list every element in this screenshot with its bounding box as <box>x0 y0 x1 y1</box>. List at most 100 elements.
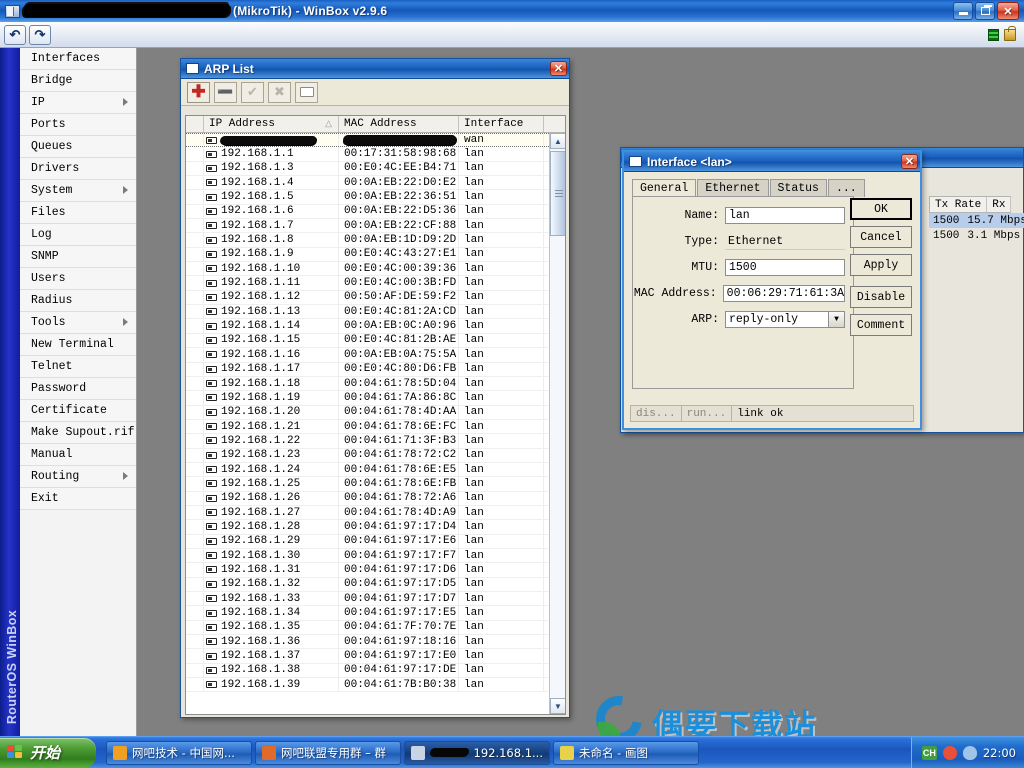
menu-item-new-terminal[interactable]: New Terminal <box>20 334 136 356</box>
mac-address-input[interactable]: 00:06:29:71:61:3A <box>722 285 845 302</box>
table-row[interactable]: 192.168.1.25 00:04:61:78:6E:FB lan <box>186 477 565 492</box>
menu-item-drivers[interactable]: Drivers <box>20 158 136 180</box>
table-row[interactable]: 192.168.1.18 00:04:61:78:5D:04 lan <box>186 376 565 392</box>
table-row[interactable]: 192.168.1.30 00:04:61:97:17:F7 lan <box>186 548 565 564</box>
menu-item-exit[interactable]: Exit <box>20 488 136 510</box>
language-indicator[interactable]: CH <box>921 745 937 760</box>
interface-dialog[interactable]: Interface <lan> ✕ General Ethernet Status.… <box>622 150 922 430</box>
table-row[interactable]: 192.168.1.14 00:0A:EB:0C:A0:96 lan <box>186 319 565 334</box>
menu-item-snmp[interactable]: SNMP <box>20 246 136 268</box>
table-row[interactable]: 192.168.1.27 00:04:61:78:4D:A9 lan <box>186 505 565 521</box>
mtu-input[interactable]: 1500 <box>725 259 845 276</box>
taskbar-item[interactable]: 网吧联盟专用群 – 群 <box>255 740 401 765</box>
menu-item-routing[interactable]: Routing <box>20 466 136 488</box>
table-row[interactable]: 192.168.1.33 00:04:61:97:17:D7 lan <box>186 592 565 607</box>
menu-item-radius[interactable]: Radius <box>20 290 136 312</box>
close-button[interactable]: ✕ <box>997 2 1019 20</box>
scroll-up-button[interactable]: ▲ <box>550 133 565 149</box>
arp-header-mac-address[interactable]: MAC Address <box>339 116 459 132</box>
comment-button[interactable]: Comment <box>850 314 912 336</box>
arp-header-interface[interactable]: Interface <box>459 116 544 132</box>
table-row[interactable]: 192.168.1.9 00:E0:4C:43:27:E1 lan <box>186 247 565 263</box>
table-row[interactable]: 192.168.1.3 00:E0:4C:EE:B4:71 lan <box>186 161 565 177</box>
taskbar-item[interactable]: 网吧技术 - 中国网... <box>106 740 252 765</box>
table-row[interactable]: 192.168.1.13 00:E0:4C:81:2A:CD lan <box>186 305 565 320</box>
arp-header-ip-address[interactable]: IP Address △ <box>204 116 339 132</box>
tab-ethernet[interactable]: Ethernet <box>697 179 769 197</box>
table-row[interactable]: 192.168.1.22 00:04:61:71:3F:B3 lan <box>186 434 565 449</box>
table-row[interactable]: 192.168.1.5 00:0A:EB:22:36:51 lan <box>186 190 565 205</box>
table-row[interactable]: 192.168.1.38 00:04:61:97:17:DE lan <box>186 663 565 679</box>
menu-item-telnet[interactable]: Telnet <box>20 356 136 378</box>
arp-vertical-scrollbar[interactable]: ▲ ▼ <box>549 133 565 714</box>
add-button[interactable]: ✚ <box>187 81 210 103</box>
table-row[interactable]: 192.168.1.37 00:04:61:97:17:E0 lan <box>186 649 565 664</box>
menu-item-files[interactable]: Files <box>20 202 136 224</box>
table-row[interactable]: 192.168.1.1 00:17:31:58:98:68 lan <box>186 147 565 162</box>
table-row[interactable]: 192.168.1.20 00:04:61:78:4D:AA lan <box>186 405 565 420</box>
arp-close-button[interactable]: ✕ <box>550 61 567 76</box>
table-row[interactable]: 192.168.1.36 00:04:61:97:18:16 lan <box>186 635 565 650</box>
menu-item-ports[interactable]: Ports <box>20 114 136 136</box>
tab-status[interactable]: Status <box>769 179 827 197</box>
menu-item-users[interactable]: Users <box>20 268 136 290</box>
qq-icon[interactable] <box>942 745 957 760</box>
scrollbar-thumb[interactable] <box>550 151 565 236</box>
table-row[interactable]: 192.168.1.12 00:50:AF:DE:59:F2 lan <box>186 290 565 306</box>
menu-item-manual[interactable]: Manual <box>20 444 136 466</box>
interface-list-row[interactable]: 15003.1 Mbps16 <box>929 228 1024 243</box>
table-row[interactable]: 192.168.1.15 00:E0:4C:81:2B:AE lan <box>186 333 565 349</box>
table-row[interactable]: 192.168.1.10 00:E0:4C:00:39:36 lan <box>186 262 565 277</box>
menu-item-interfaces[interactable]: Interfaces <box>20 48 136 70</box>
table-row[interactable]: 192.168.1.34 00:04:61:97:17:E5 lan <box>186 606 565 621</box>
table-row[interactable]: 192.168.1.29 00:04:61:97:17:E6 lan <box>186 534 565 549</box>
scroll-down-button[interactable]: ▼ <box>550 698 565 714</box>
menu-item-password[interactable]: Password <box>20 378 136 400</box>
menu-item-make-supout-rif[interactable]: Make Supout.rif <box>20 422 136 444</box>
shield-icon[interactable] <box>962 745 977 760</box>
table-row[interactable]: 192.168.1.31 00:04:61:97:17:D6 lan <box>186 563 565 578</box>
table-row[interactable]: 192.168.1.19 00:04:61:7A:86:8C lan <box>186 391 565 406</box>
table-row[interactable]: 192.168.1.32 00:04:61:97:17:D5 lan <box>186 577 565 592</box>
ok-button[interactable]: OK <box>850 198 912 220</box>
table-row[interactable]: 192.168.1.17 00:E0:4C:80:D6:FB lan <box>186 362 565 377</box>
taskbar-item[interactable]: 192.168.1... <box>404 740 550 765</box>
table-row[interactable]: 192.168.1.35 00:04:61:7F:70:7E lan <box>186 620 565 636</box>
clock[interactable]: 22:00 <box>983 746 1016 760</box>
table-row[interactable]: wan <box>186 133 565 148</box>
table-row[interactable]: 192.168.1.6 00:0A:EB:22:D5:36 lan <box>186 204 565 220</box>
table-row[interactable]: 192.168.1.8 00:0A:EB:1D:D9:2D lan <box>186 233 565 248</box>
table-row[interactable]: 192.168.1.39 00:04:61:7B:B0:38 lan <box>186 678 565 693</box>
menu-item-system[interactable]: System <box>20 180 136 202</box>
table-row[interactable]: 192.168.1.28 00:04:61:97:17:D4 lan <box>186 520 565 535</box>
back-button[interactable]: ↶ <box>4 24 26 45</box>
menu-item-bridge[interactable]: Bridge <box>20 70 136 92</box>
table-row[interactable]: 192.168.1.21 00:04:61:78:6E:FC lan <box>186 419 565 435</box>
table-row[interactable]: 192.168.1.26 00:04:61:78:72:A6 lan <box>186 491 565 506</box>
table-row[interactable]: 192.168.1.23 00:04:61:78:72:C2 lan <box>186 448 565 463</box>
menu-item-certificate[interactable]: Certificate <box>20 400 136 422</box>
disable-button[interactable]: Disable <box>850 286 912 308</box>
table-row[interactable]: 192.168.1.4 00:0A:EB:22:D0:E2 lan <box>186 176 565 191</box>
start-button[interactable]: 开始 <box>0 737 96 768</box>
table-row[interactable]: 192.168.1.24 00:04:61:78:6E:E5 lan <box>186 462 565 478</box>
tab-[interactable]: ... <box>827 179 865 197</box>
table-row[interactable]: 192.168.1.16 00:0A:EB:0A:75:5A lan <box>186 348 565 363</box>
apply-button[interactable]: Apply <box>850 254 912 276</box>
menu-item-tools[interactable]: Tools <box>20 312 136 334</box>
restore-button[interactable] <box>975 2 995 20</box>
taskbar-item[interactable]: 未命名 - 画图 <box>553 740 699 765</box>
forward-button[interactable]: ↷ <box>29 24 51 45</box>
interface-dialog-close-button[interactable]: ✕ <box>901 154 918 169</box>
cancel-button[interactable]: Cancel <box>850 226 912 248</box>
arp-list-window[interactable]: ARP List ✕ ✚ ➖ ✔ ✖ IP Address △ MAC Address… <box>180 58 570 718</box>
arp-select[interactable]: reply-only ▼ <box>725 311 845 328</box>
chevron-down-icon[interactable]: ▼ <box>828 312 844 327</box>
interface-list-column-header[interactable]: Tx Rate <box>930 197 988 212</box>
table-row[interactable]: 192.168.1.7 00:0A:EB:22:CF:88 lan <box>186 219 565 234</box>
table-row[interactable]: 192.168.1.11 00:E0:4C:00:3B:FD lan <box>186 276 565 291</box>
name-input[interactable]: lan <box>725 207 845 224</box>
menu-item-queues[interactable]: Queues <box>20 136 136 158</box>
interface-list-column-header[interactable]: Rx <box>987 197 1012 212</box>
interface-list-row[interactable]: 150015.7 Mbps3. <box>929 213 1024 228</box>
